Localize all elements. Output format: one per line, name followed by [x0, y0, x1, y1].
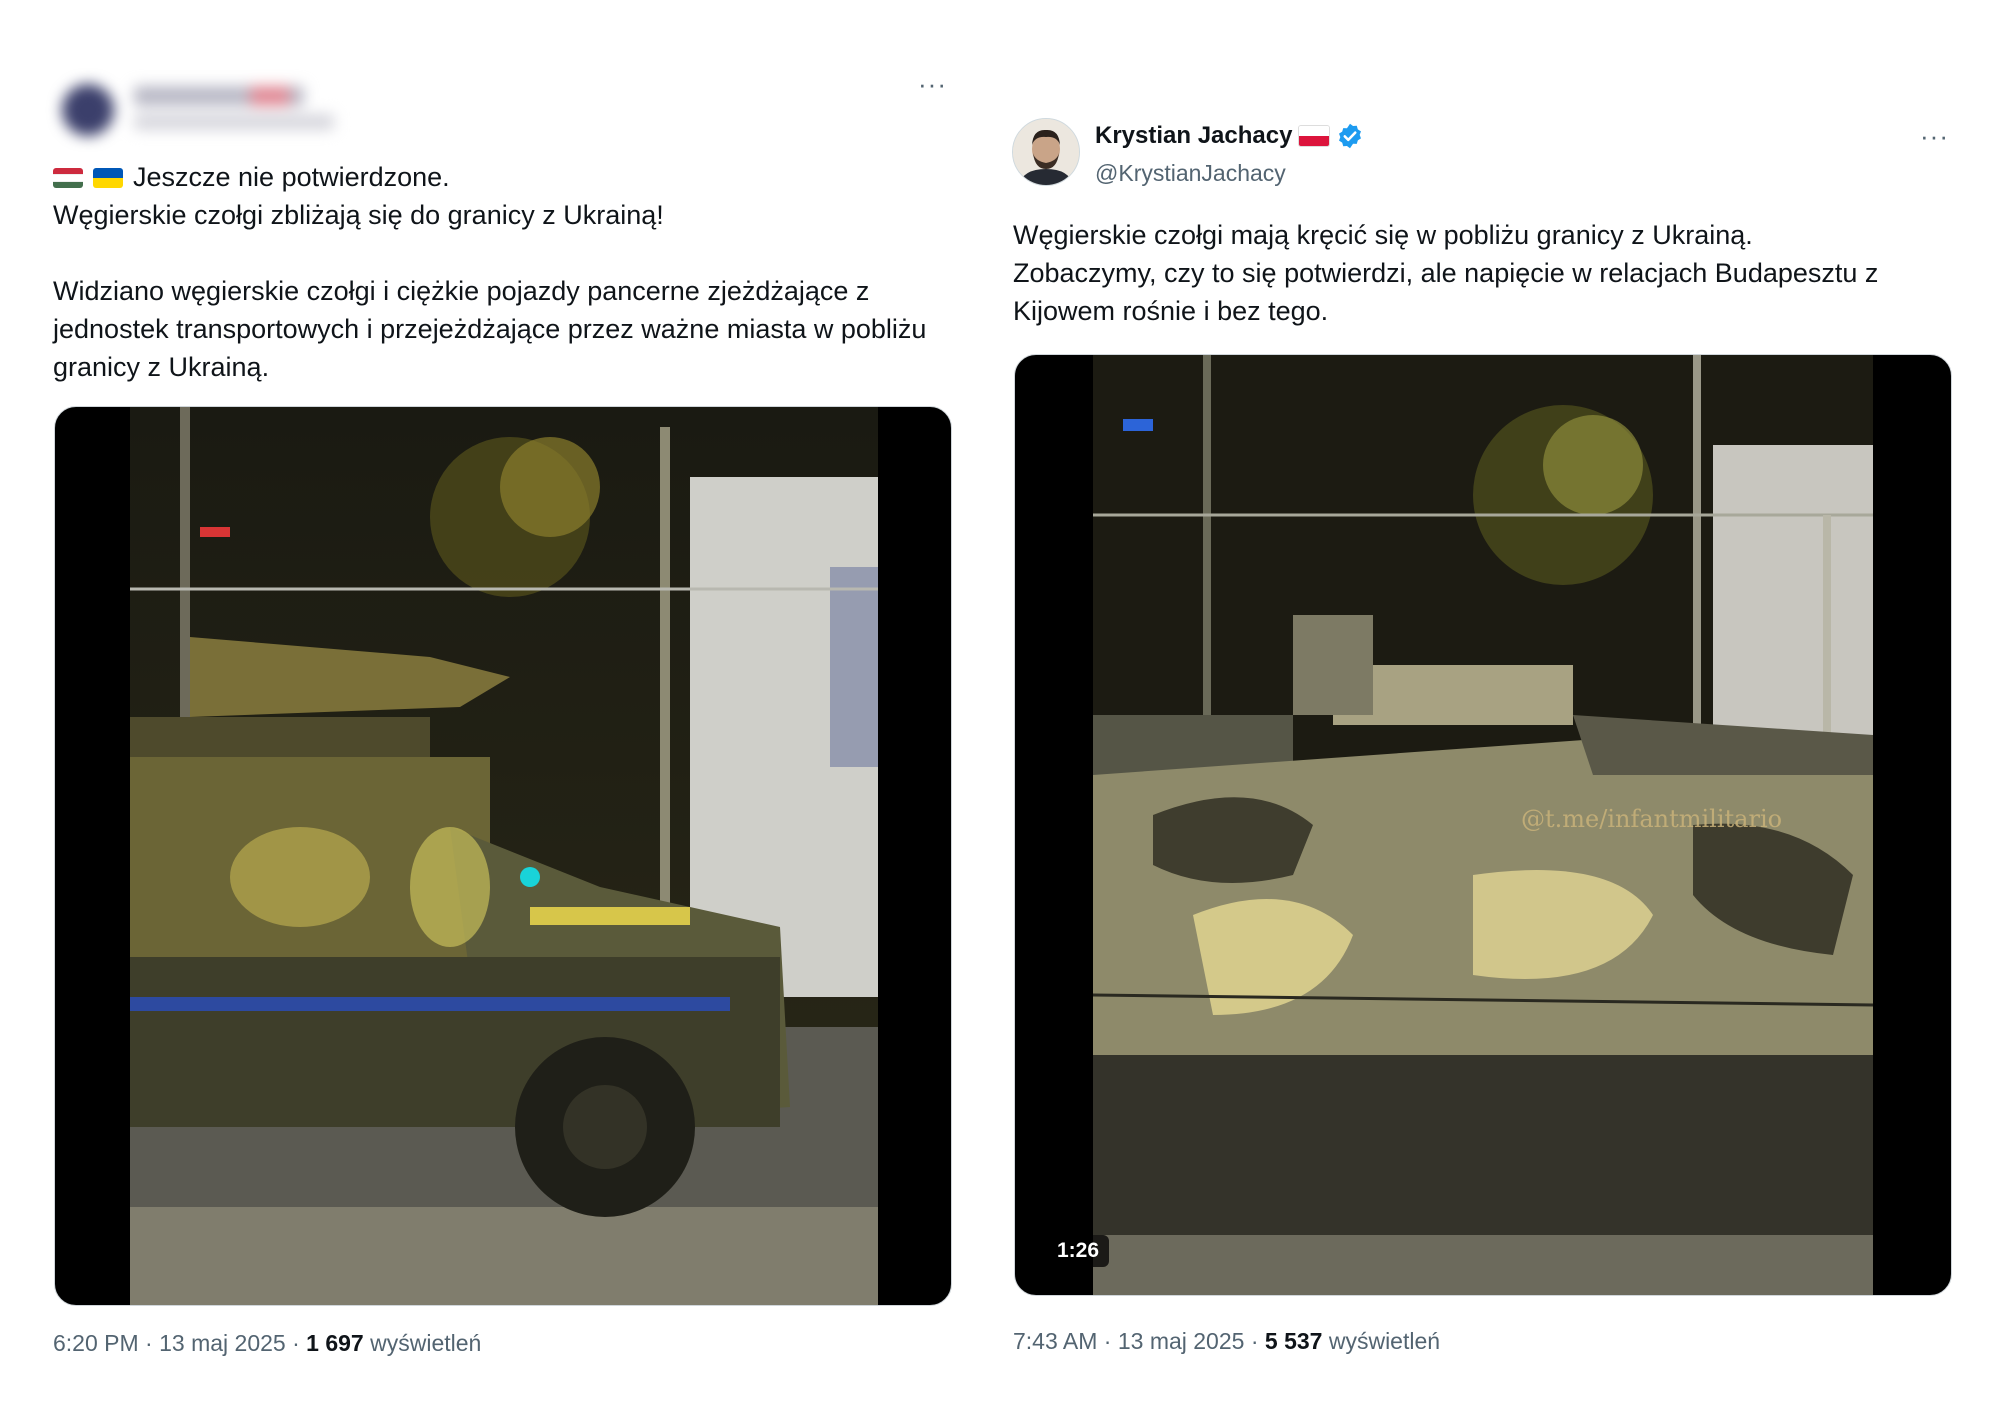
author-handle[interactable]: @KrystianJachacy [1095, 160, 1286, 187]
tweet-time[interactable]: 6:20 PM [53, 1330, 139, 1356]
armored-vehicle-image [130, 407, 878, 1305]
blurred-author-header [50, 76, 366, 136]
tweet-text: Węgierskie czołgi mają kręcić się w pobl… [1013, 220, 1879, 326]
tweet-body: Widziano węgierskie czołgi i ciężkie poj… [53, 276, 927, 382]
author-avatar-image [1013, 119, 1079, 185]
tweet-line-2: Węgierskie czołgi zbliżają się do granic… [53, 200, 664, 230]
avatar[interactable] [1012, 118, 1080, 186]
tweet-date[interactable]: 13 maj 2025 [159, 1330, 286, 1356]
ukraine-flag-icon [93, 168, 123, 188]
views-label: wyświetleń [370, 1330, 482, 1356]
tweet-video[interactable] [54, 406, 952, 1306]
hungary-flag-icon [53, 168, 83, 188]
tweet-date[interactable]: 13 maj 2025 [1118, 1328, 1245, 1354]
verified-badge-icon[interactable] [1336, 122, 1364, 150]
author-row: Krystian Jachacy [1095, 122, 1364, 150]
poland-flag-icon [1298, 125, 1331, 147]
more-options-icon[interactable]: ··· [1920, 123, 1949, 149]
video-duration-badge: 1:26 [1047, 1235, 1110, 1267]
video-watermark: @t.me/infantmilitario [1521, 805, 1783, 833]
tweet-text: Jeszcze nie potwierdzone. Węgierskie czo… [53, 158, 953, 386]
tweet-line-1: Jeszcze nie potwierdzone. [133, 162, 450, 192]
tweet-card-right: Krystian Jachacy @KrystianJachacy ··· Wę… [1012, 118, 1960, 1368]
views-label: wyświetleń [1328, 1328, 1441, 1354]
more-options-icon[interactable]: ··· [918, 71, 947, 97]
blurred-author-handle [134, 114, 334, 130]
view-count: 5 537 [1264, 1328, 1323, 1354]
avatar [62, 84, 114, 136]
tweet-video[interactable]: @t.me/infantmilitario 1:26 [1014, 354, 1952, 1296]
author-name[interactable]: Krystian Jachacy [1095, 122, 1292, 150]
tweet-timestamp: 7:43 AM · 13 maj 2025 · 5 537 wyświetleń [1013, 1328, 1441, 1354]
tweet-time[interactable]: 7:43 AM [1013, 1328, 1097, 1354]
blurred-flag [250, 86, 290, 106]
view-count: 1 697 [306, 1330, 364, 1356]
tweet-timestamp: 6:20 PM · 13 maj 2025 · 1 697 wyświetleń [53, 1330, 482, 1356]
tweet-card-left: ··· Jeszcze nie potwierdzone. Węgierskie… [52, 60, 952, 1380]
